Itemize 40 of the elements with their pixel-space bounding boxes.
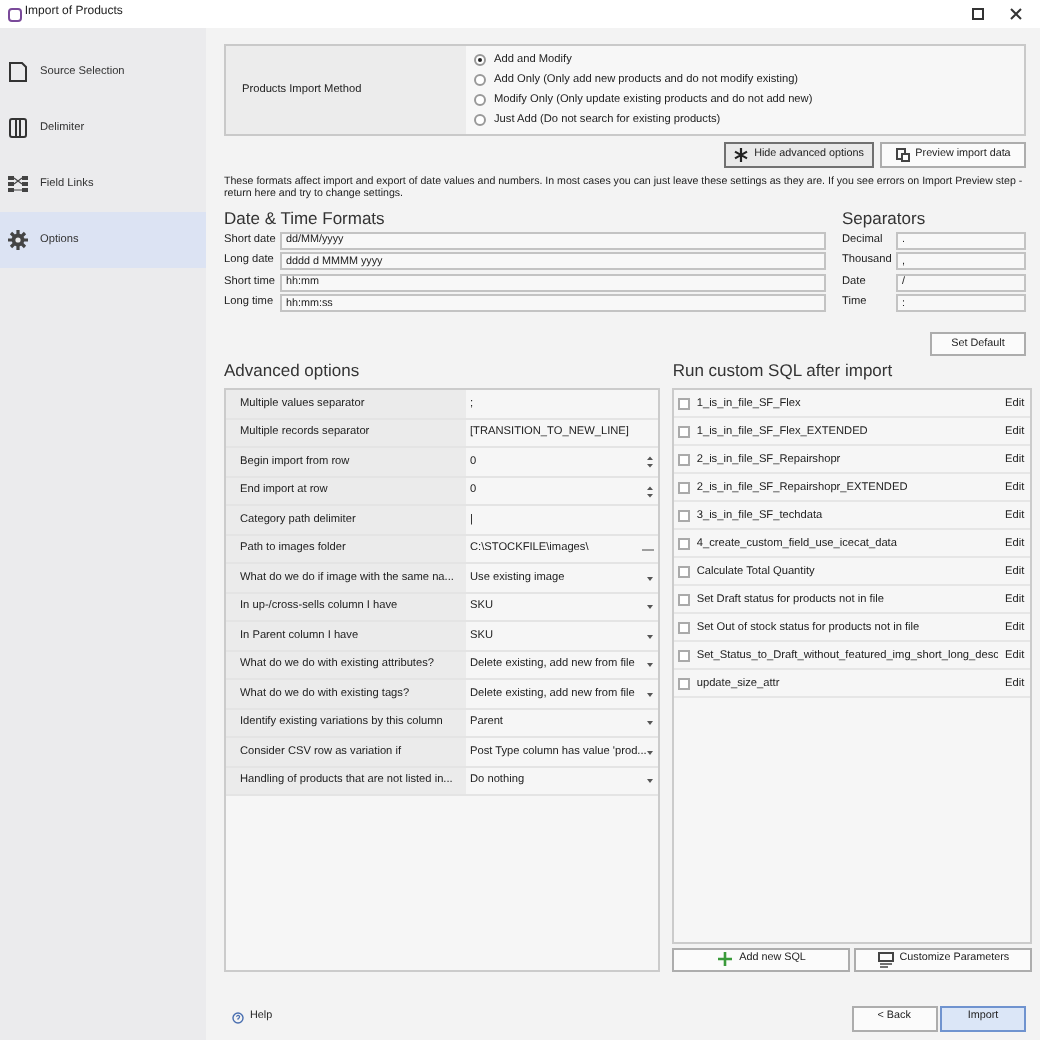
radio-button[interactable] <box>474 113 486 126</box>
checkbox[interactable] <box>678 425 691 438</box>
links-icon <box>8 174 28 194</box>
caret-down-icon[interactable] <box>646 691 655 698</box>
checkbox[interactable] <box>678 565 691 578</box>
caret-down-icon[interactable] <box>646 778 655 785</box>
caret-down-icon[interactable] <box>646 662 655 669</box>
maximize-icon <box>972 8 985 20</box>
caret-down-icon[interactable] <box>646 749 655 756</box>
app-icon <box>8 7 22 21</box>
caret-down-icon[interactable] <box>646 720 655 727</box>
section-heading: Run custom SQL after import <box>672 360 895 381</box>
plus-icon <box>717 952 734 968</box>
section-heading: Separators <box>842 207 928 228</box>
caret-down-icon[interactable] <box>646 633 655 640</box>
radio-button[interactable] <box>474 73 486 86</box>
checkbox[interactable] <box>678 537 691 550</box>
caret-down-icon[interactable] <box>646 575 655 582</box>
gear-icon <box>8 230 28 250</box>
caret-down-icon[interactable] <box>646 604 655 611</box>
radio-button[interactable] <box>474 93 486 106</box>
checkbox[interactable] <box>678 509 691 522</box>
close-icon <box>1010 8 1022 20</box>
radio-button[interactable] <box>474 53 486 66</box>
checkbox[interactable] <box>678 397 691 410</box>
snowflake-icon <box>734 148 749 162</box>
checkbox[interactable] <box>678 481 691 494</box>
preview-icon <box>895 148 910 162</box>
checkbox[interactable] <box>678 649 691 662</box>
section-heading: Advanced options <box>224 360 362 381</box>
checkbox[interactable] <box>678 621 691 634</box>
checkbox[interactable] <box>678 453 691 466</box>
spin-arrows-icon[interactable] <box>646 483 655 500</box>
columns-icon <box>8 118 28 138</box>
spin-arrows-icon[interactable] <box>646 454 655 471</box>
help-icon <box>232 1012 244 1024</box>
section-heading: Date & Time Formats <box>224 207 387 228</box>
checkbox[interactable] <box>678 677 691 690</box>
checkbox[interactable] <box>678 593 691 606</box>
document-icon <box>8 62 28 82</box>
